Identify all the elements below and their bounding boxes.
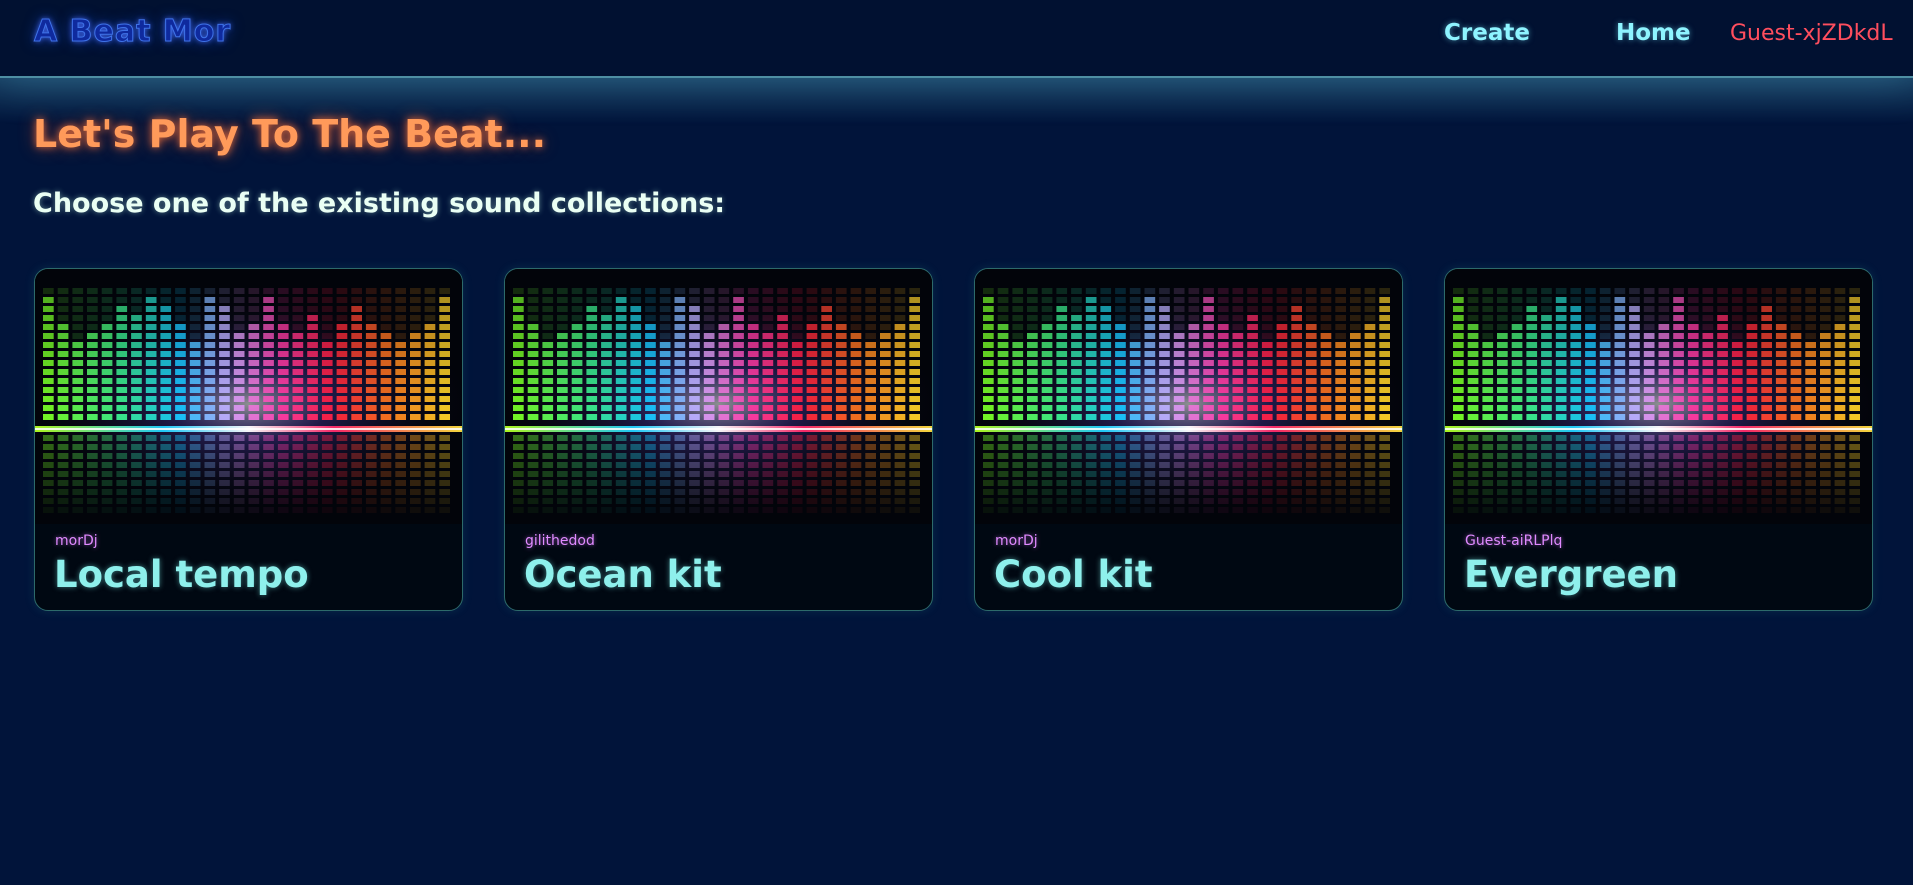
- page-subtitle: Choose one of the existing sound collect…: [33, 188, 726, 219]
- collection-card[interactable]: Guest-aiRLPlq Evergreen: [1444, 268, 1873, 611]
- collection-title: Local tempo: [54, 553, 309, 596]
- collection-title: Cool kit: [994, 553, 1153, 596]
- nav-create-link[interactable]: Create: [1444, 20, 1530, 46]
- collection-title: Ocean kit: [524, 553, 722, 596]
- equalizer-artwork: [1445, 269, 1872, 524]
- collection-author: morDj: [995, 533, 1038, 549]
- nav-home-link[interactable]: Home: [1616, 20, 1691, 46]
- top-bar: A Beat Mor Create Home Guest-xjZDkdL: [0, 0, 1913, 78]
- collection-title: Evergreen: [1464, 553, 1678, 596]
- equalizer-artwork: [975, 269, 1402, 524]
- user-name[interactable]: Guest-xjZDkdL: [1730, 21, 1893, 46]
- collection-author: morDj: [55, 533, 98, 549]
- equalizer-artwork: [35, 269, 462, 524]
- equalizer-artwork: [505, 269, 932, 524]
- collection-author: Guest-aiRLPlq: [1465, 533, 1563, 549]
- page-title: Let's Play To The Beat...: [33, 112, 547, 156]
- app-logo[interactable]: A Beat Mor: [33, 14, 231, 50]
- collection-card[interactable]: morDj Local tempo: [34, 268, 463, 611]
- collection-card[interactable]: morDj Cool kit: [974, 268, 1403, 611]
- collection-author: gilithedod: [525, 533, 595, 549]
- collection-card[interactable]: gilithedod Ocean kit: [504, 268, 933, 611]
